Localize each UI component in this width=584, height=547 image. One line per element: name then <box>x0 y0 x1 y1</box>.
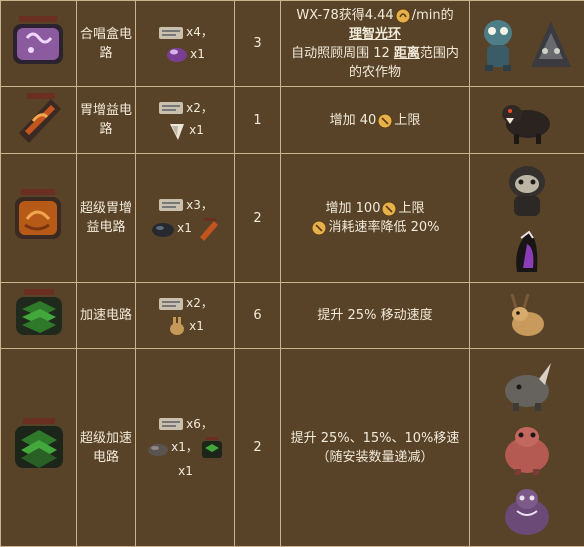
speed-circuit-icon <box>1 283 77 349</box>
purple-gem-icon <box>165 44 189 64</box>
jackalope-icon <box>502 290 552 342</box>
gorilla-icon <box>500 162 554 220</box>
sanity-icon <box>395 8 411 24</box>
source-cell <box>470 283 584 349</box>
hound-icon <box>498 94 556 146</box>
source-cell <box>470 1 584 87</box>
effect-cell: 增加 100上限 消耗速率降低 20% <box>281 154 470 283</box>
dark-gem-icon <box>150 220 176 238</box>
super-speed-circuit-icon <box>1 349 77 547</box>
material-item: x1 <box>166 315 204 337</box>
effect-cell: 增加 40上限 <box>281 87 470 154</box>
table-row: 超级胃增益电路 x3， x1 2 增加 100上限 消耗速率降低 20% <box>1 154 584 283</box>
bio-data-icon <box>157 295 185 313</box>
hunger-icon <box>381 201 397 217</box>
ancient-guardian-icon <box>525 15 577 73</box>
table-row: 加速电路 x2， x1 6 提升 25% 移动速度 <box>1 283 584 349</box>
material-item <box>200 436 224 460</box>
circuit-name: 合唱盒电路 <box>77 1 136 87</box>
effect-cell: 提升 25% 移动速度 <box>281 283 470 349</box>
merm-icon <box>477 15 519 73</box>
hunger-icon <box>311 220 327 236</box>
material-item: x4， <box>157 23 213 42</box>
material-item: x1 <box>150 219 196 238</box>
bio-data-icon <box>157 196 185 214</box>
circuit-name: 超级加速电路 <box>77 349 136 547</box>
material-item: x1， <box>146 438 198 457</box>
slot-count: 1 <box>235 87 281 154</box>
material-item: x2， <box>157 99 213 118</box>
circuit-name: 胃增益电路 <box>77 87 136 154</box>
rock-icon <box>146 439 170 457</box>
source-cell <box>470 154 584 283</box>
materials-cell: x4， x1 <box>136 1 235 87</box>
slot-count: 6 <box>235 283 281 349</box>
materials-cell: x3， x1 <box>136 154 235 283</box>
source-cell <box>470 349 584 547</box>
circuit-name: 超级胃增益电路 <box>77 154 136 283</box>
circuit-table: 合唱盒电路 x4， x1 3 WX-78获得4.44/min的 理智光环 自动照… <box>0 0 584 547</box>
stomach-circuit-icon <box>198 217 220 241</box>
effect-cell: 提升 25%、15%、10%移速 （随安装数量递减） <box>281 349 470 547</box>
rabbit-icon <box>166 315 188 337</box>
stomach-circuit-icon <box>1 87 77 154</box>
hunger-icon <box>377 113 393 129</box>
bio-data-icon <box>157 24 185 42</box>
table-row: 合唱盒电路 x4， x1 3 WX-78获得4.44/min的 理智光环 自动照… <box>1 1 584 87</box>
circuit-name: 加速电路 <box>77 283 136 349</box>
bio-data-icon <box>157 99 185 117</box>
materials-cell: x2， x1 <box>136 87 235 154</box>
slot-count: 2 <box>235 154 281 283</box>
super-stomach-circuit-icon <box>1 154 77 283</box>
material-item: x1 <box>166 120 204 142</box>
effect-cell: WX-78获得4.44/min的 理智光环 自动照顾周围 12 距离范围内 的农… <box>281 1 470 87</box>
material-item: x2， <box>157 294 213 313</box>
table-row: 超级加速电路 x6， x1， x1 2 提升 25% <box>1 349 584 547</box>
speed-circuit-icon <box>200 436 224 460</box>
bio-data-icon <box>157 415 185 433</box>
table-row: 胃增益电路 x2， x1 1 增加 40上限 <box>1 87 584 154</box>
rhino-icon <box>499 357 555 413</box>
slot-count: 2 <box>235 349 281 547</box>
purple-beast-icon <box>499 483 555 539</box>
material-item: x1 <box>165 44 205 64</box>
material-item: x6， <box>157 415 213 434</box>
slot-count: 3 <box>235 1 281 87</box>
material-item: x3， <box>157 196 213 215</box>
pink-beast-icon <box>499 419 555 477</box>
tooth-icon <box>166 120 188 142</box>
materials-cell: x2， x1 <box>136 283 235 349</box>
source-cell <box>470 87 584 154</box>
material-item <box>198 217 220 241</box>
purple-tentacle-icon <box>507 224 547 274</box>
material-item: x1 <box>144 462 226 481</box>
materials-cell: x6， x1， x1 <box>136 349 235 547</box>
music-circuit-icon <box>1 1 77 87</box>
